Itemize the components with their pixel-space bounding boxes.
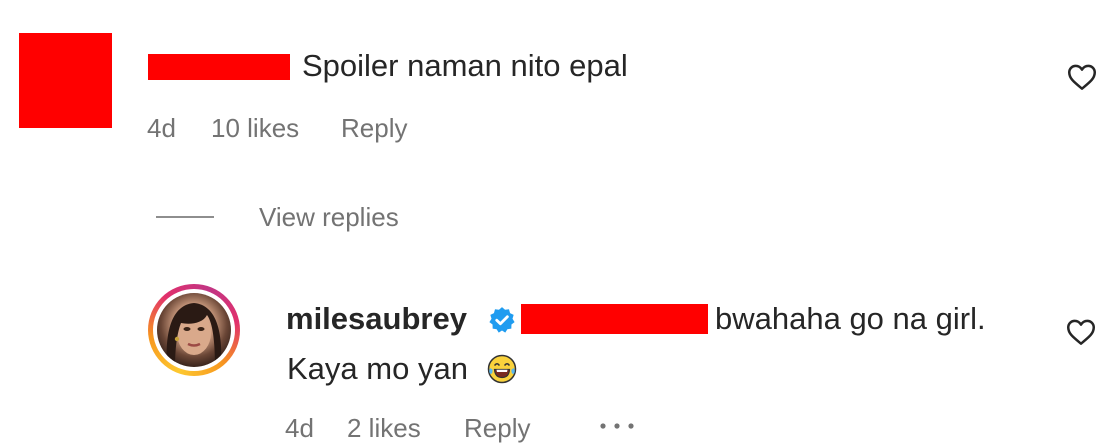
- reply-text-line1: bwahaha go na girl.: [715, 301, 986, 336]
- redacted-username[interactable]: [148, 54, 290, 80]
- avatar[interactable]: [157, 293, 231, 367]
- view-replies-button[interactable]: View replies: [259, 201, 399, 233]
- replies-divider: [156, 216, 214, 218]
- redacted-avatar[interactable]: [19, 33, 112, 128]
- heart-icon[interactable]: [1066, 318, 1096, 346]
- comment-text: Spoiler naman nito epal: [302, 48, 628, 83]
- reply-meta: 4d 2 likes Reply: [285, 412, 586, 444]
- comment-likes-count[interactable]: 10 likes: [211, 112, 341, 144]
- reply-likes-count[interactable]: 2 likes: [347, 412, 464, 444]
- avatar-photo-drawing: [166, 303, 222, 367]
- verified-badge-icon: [489, 307, 515, 333]
- more-options-icon[interactable]: [597, 414, 637, 438]
- comment-meta: 4d 10 likes Reply: [147, 112, 407, 144]
- redacted-mention[interactable]: [521, 304, 708, 334]
- reply-button[interactable]: Reply: [464, 412, 586, 444]
- reply-text-line2: Kaya mo yan: [287, 351, 468, 386]
- reply-button[interactable]: Reply: [341, 112, 407, 144]
- comment-timestamp[interactable]: 4d: [147, 112, 211, 144]
- laughing-crying-emoji-icon: [487, 354, 517, 384]
- reply-username[interactable]: milesaubrey: [286, 299, 467, 339]
- heart-icon[interactable]: [1067, 63, 1097, 91]
- reply-timestamp[interactable]: 4d: [285, 412, 347, 444]
